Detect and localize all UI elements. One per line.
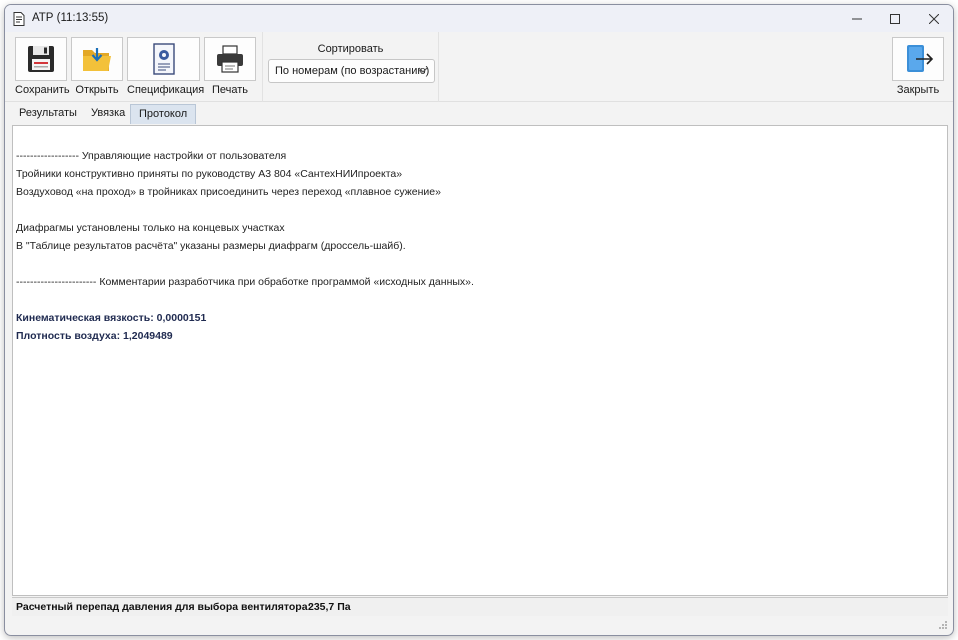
protocol-line: Тройники конструктивно приняты по руково… [16,168,403,180]
save-button[interactable] [15,37,67,81]
protocol-line: Диафрагмы установлены только на концевых… [16,222,285,234]
specification-button[interactable] [127,37,200,81]
maximize-icon [890,13,900,24]
minimize-icon [852,18,862,19]
protocol-line: Воздуховод «на проход» в тройниках присо… [16,186,441,198]
open-button[interactable] [71,37,123,81]
pressure-drop-value: 235,7 Па [308,601,351,613]
title-bar: АТР (11:13:55) [5,5,953,32]
tab-linking[interactable]: Увязка [83,104,133,124]
chevron-down-icon [418,67,428,73]
air-density-line: Плотность воздуха: 1,2049489 [16,330,173,342]
maximize-button[interactable] [876,5,914,32]
sort-label: Сортировать [317,43,384,55]
close-button[interactable] [892,37,944,81]
window-title: АТР (11:13:55) [32,12,109,24]
specification-document-icon [152,43,175,75]
protocol-panel[interactable]: ------------------ Управляющие настройки… [12,125,948,596]
close-icon [929,13,939,24]
pressure-drop-label: Расчетный перепад давления для выбора ве… [16,601,312,613]
close-label: Закрыть [896,84,940,96]
folder-open-icon [83,48,111,71]
app-window: АТР (11:13:55) Сохранить Открыть Специфи… [4,4,954,636]
open-label: Открыть [75,84,119,96]
sort-group: Сортировать По номерам (по возрастанию) [262,32,439,102]
print-button[interactable] [204,37,256,81]
minimize-button[interactable] [838,5,876,32]
tab-results[interactable]: Результаты [11,104,85,124]
print-label: Печать [211,84,249,96]
tab-protocol[interactable]: Протокол [130,104,197,124]
floppy-disk-icon [28,46,54,72]
protocol-line: ----------------------- Комментарии разр… [16,276,474,288]
sort-selected-value: По номерам (по возрастанию) [275,65,430,77]
close-window-button[interactable] [915,5,953,32]
kinematic-viscosity-line: Кинематическая вязкость: 0,0000151 [16,312,207,324]
sort-dropdown[interactable]: По номерам (по возрастанию) [268,59,435,83]
toolbar: Сохранить Открыть Спецификация Печать Со… [5,32,953,102]
printer-icon [217,45,243,73]
protocol-line: ------------------ Управляющие настройки… [16,150,287,162]
protocol-line: В "Таблице результатов расчёта" указаны … [16,240,406,252]
exit-door-icon [907,45,934,72]
document-icon [13,12,25,26]
save-label: Сохранить [15,84,70,96]
specification-label: Спецификация [127,84,205,96]
resize-grip-icon[interactable] [939,621,947,629]
status-bar: Расчетный перепад давления для выбора ве… [12,597,948,616]
